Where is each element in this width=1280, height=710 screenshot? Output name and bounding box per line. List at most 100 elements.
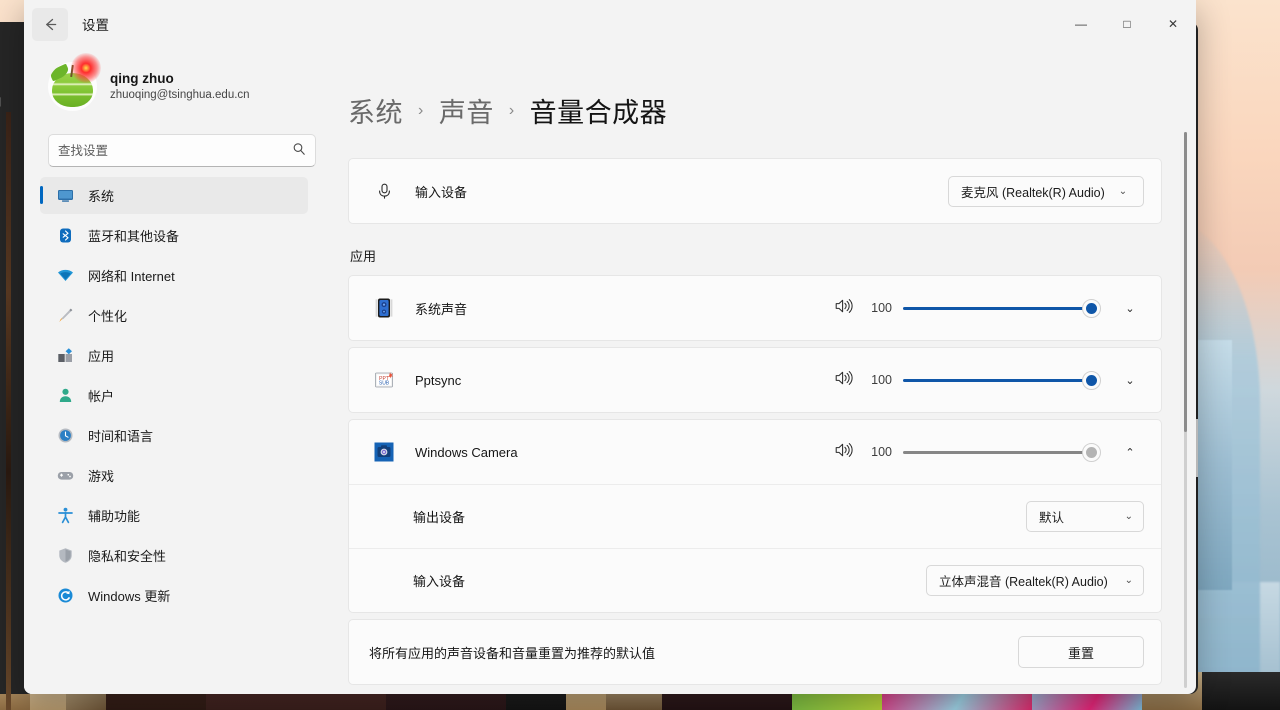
- sidebar-item-privacy-security[interactable]: 隐私和安全性: [40, 537, 308, 574]
- volume-control: 100 ⌄: [835, 294, 1144, 322]
- gamepad-icon: [57, 467, 74, 484]
- reset-row: 将所有应用的声音设备和音量重置为推荐的默认值 重置: [349, 620, 1161, 684]
- sidebar-item-label: 隐私和安全性: [88, 549, 167, 564]
- sidebar-item-gaming[interactable]: 游戏: [40, 457, 308, 494]
- sidebar-item-label: 系统: [88, 189, 115, 204]
- app-name: 系统声音: [415, 301, 468, 317]
- input-device-dropdown[interactable]: 麦克风 (Realtek(R) Audio) ⌄: [948, 175, 1144, 207]
- search-box[interactable]: [48, 134, 316, 167]
- account-block[interactable]: qing zhuo zhuoqing@tsinghua.edu.cn: [40, 48, 308, 120]
- speaker-icon[interactable]: [835, 370, 855, 391]
- breadcrumb-separator-icon: ›: [508, 101, 515, 119]
- clock-icon: [57, 427, 74, 444]
- chevron-down-icon: ⌄: [1124, 575, 1133, 586]
- input-device-label: 输入设备: [415, 184, 468, 200]
- output-device-row[interactable]: 输出设备 默认 ⌄: [349, 484, 1161, 548]
- slider-track: [903, 378, 1099, 382]
- sidebar-item-label: 帐户: [88, 389, 115, 404]
- sidebar-item-accounts[interactable]: 帐户: [40, 377, 308, 414]
- reset-card: 将所有应用的声音设备和音量重置为推荐的默认值 重置: [348, 619, 1162, 685]
- app-row[interactable]: PPT SUB Pptsync 100 ⌄: [349, 348, 1161, 412]
- paintbrush-icon: [57, 307, 74, 324]
- app-input-device-value: 立体声混音 (Realtek(R) Audio): [939, 575, 1108, 589]
- window-title: 设置: [82, 18, 109, 33]
- volume-slider[interactable]: [903, 298, 1101, 318]
- output-device-label: 输出设备: [413, 510, 466, 525]
- close-button[interactable]: ✕: [1150, 0, 1196, 48]
- back-arrow-icon: [45, 18, 56, 30]
- breadcrumb-sound[interactable]: 声音: [439, 91, 494, 130]
- sidebar-item-windows-update[interactable]: Windows 更新: [40, 577, 308, 614]
- sidebar-item-label: 网络和 Internet: [88, 269, 175, 284]
- volume-slider[interactable]: [903, 370, 1101, 390]
- scrollbar-thumb[interactable]: [1184, 132, 1187, 432]
- account-text: qing zhuo zhuoqing@tsinghua.edu.cn: [110, 70, 250, 103]
- app-name: Pptsync: [415, 372, 462, 388]
- settings-window: 设置 — □ ✕ qing zhuo zhuoqing@tsinghua.edu…: [24, 0, 1196, 694]
- app-row[interactable]: 系统声音 100 ⌄: [349, 276, 1161, 340]
- app-expand-button[interactable]: ⌄: [1116, 366, 1144, 394]
- sidebar-item-bluetooth[interactable]: 蓝牙和其他设备: [40, 217, 308, 254]
- wifi-icon: [57, 267, 74, 284]
- sidebar-item-label: Windows 更新: [88, 589, 171, 604]
- sidebar-item-label: 辅助功能: [88, 509, 141, 524]
- powerpoint-icon: PPT SUB: [369, 369, 399, 391]
- chevron-down-icon: ⌄: [1124, 511, 1133, 522]
- avatar[interactable]: [48, 52, 101, 111]
- page-title: 音量合成器: [529, 98, 668, 128]
- app-collapse-button[interactable]: ⌃: [1116, 438, 1144, 466]
- app-input-device-row[interactable]: 输入设备 立体声混音 (Realtek(R) Audio) ⌄: [349, 548, 1161, 612]
- account-email: zhuoqing@tsinghua.edu.cn: [110, 88, 250, 101]
- minimize-button[interactable]: —: [1058, 0, 1104, 48]
- sidebar: qing zhuo zhuoqing@tsinghua.edu.cn 查找设置 …: [24, 48, 324, 694]
- apps-icon: [57, 347, 74, 364]
- output-device-value: 默认: [1039, 511, 1065, 525]
- sidebar-item-accessibility[interactable]: 辅助功能: [40, 497, 308, 534]
- speaker-icon[interactable]: [835, 442, 855, 463]
- sidebar-item-system[interactable]: 系统: [40, 177, 308, 214]
- main-content: 系统 › 声音 › 音量合成器 输入设备 麦克风 (Realtek(R) Aud…: [324, 48, 1196, 694]
- output-device-dropdown[interactable]: 默认 ⌄: [1026, 501, 1144, 532]
- slider-track: [903, 306, 1099, 310]
- breadcrumb-separator-icon: ›: [418, 101, 424, 119]
- slider-thumb[interactable]: [1082, 298, 1101, 318]
- app-expand-button[interactable]: ⌄: [1116, 294, 1144, 322]
- reset-button[interactable]: 重置: [1018, 636, 1144, 668]
- search-icon: [292, 142, 306, 159]
- svg-text:SUB: SUB: [379, 381, 390, 387]
- input-device-row[interactable]: 输入设备 麦克风 (Realtek(R) Audio) ⌄: [349, 159, 1161, 223]
- speaker-icon[interactable]: [835, 298, 855, 319]
- slider-thumb[interactable]: [1082, 442, 1101, 462]
- background-left-icon-1[interactable]: ▣: [0, 94, 1, 108]
- volume-slider[interactable]: [903, 442, 1101, 462]
- update-icon: [57, 587, 74, 604]
- app-card-system-sounds: 系统声音 100 ⌄: [348, 275, 1162, 341]
- sidebar-item-label: 应用: [88, 349, 115, 364]
- camera-icon: [369, 441, 399, 463]
- apps-section-title: 应用: [350, 249, 377, 264]
- app-input-device-dropdown[interactable]: 立体声混音 (Realtek(R) Audio) ⌄: [926, 565, 1144, 596]
- maximize-button[interactable]: □: [1104, 0, 1150, 48]
- account-name: qing zhuo: [110, 70, 174, 86]
- app-input-device-label: 输入设备: [413, 574, 466, 589]
- sidebar-item-time-language[interactable]: 时间和语言: [40, 417, 308, 454]
- background-photo-edge: [6, 112, 11, 710]
- content-scrollbar[interactable]: [1184, 132, 1187, 688]
- chevron-down-icon: ⌄: [1118, 185, 1128, 197]
- app-name: Windows Camera: [415, 444, 518, 460]
- sidebar-item-network[interactable]: 网络和 Internet: [40, 257, 308, 294]
- sidebar-item-apps[interactable]: 应用: [40, 337, 308, 374]
- search-input[interactable]: [58, 143, 292, 158]
- back-button[interactable]: [32, 7, 68, 41]
- sidebar-item-label: 游戏: [88, 469, 115, 484]
- app-row[interactable]: Windows Camera 100 ⌃: [349, 420, 1161, 484]
- input-device-value: 麦克风 (Realtek(R) Audio): [961, 185, 1105, 200]
- help-row: ? 获取帮助: [348, 691, 1162, 694]
- sidebar-item-personalization[interactable]: 个性化: [40, 297, 308, 334]
- sidebar-nav: 系统 蓝牙和其他设备 网络和 Internet 个性化 应用 帐户 时间和语言 …: [40, 177, 308, 614]
- window-controls: — □ ✕: [1058, 0, 1196, 48]
- breadcrumb-system[interactable]: 系统: [348, 91, 403, 130]
- app-card-windows-camera: Windows Camera 100 ⌃ 输出设备 默认 ⌄ 输入设备 立体声混…: [348, 419, 1162, 613]
- cursor-highlight-dot: [71, 52, 101, 83]
- slider-thumb[interactable]: [1082, 370, 1101, 390]
